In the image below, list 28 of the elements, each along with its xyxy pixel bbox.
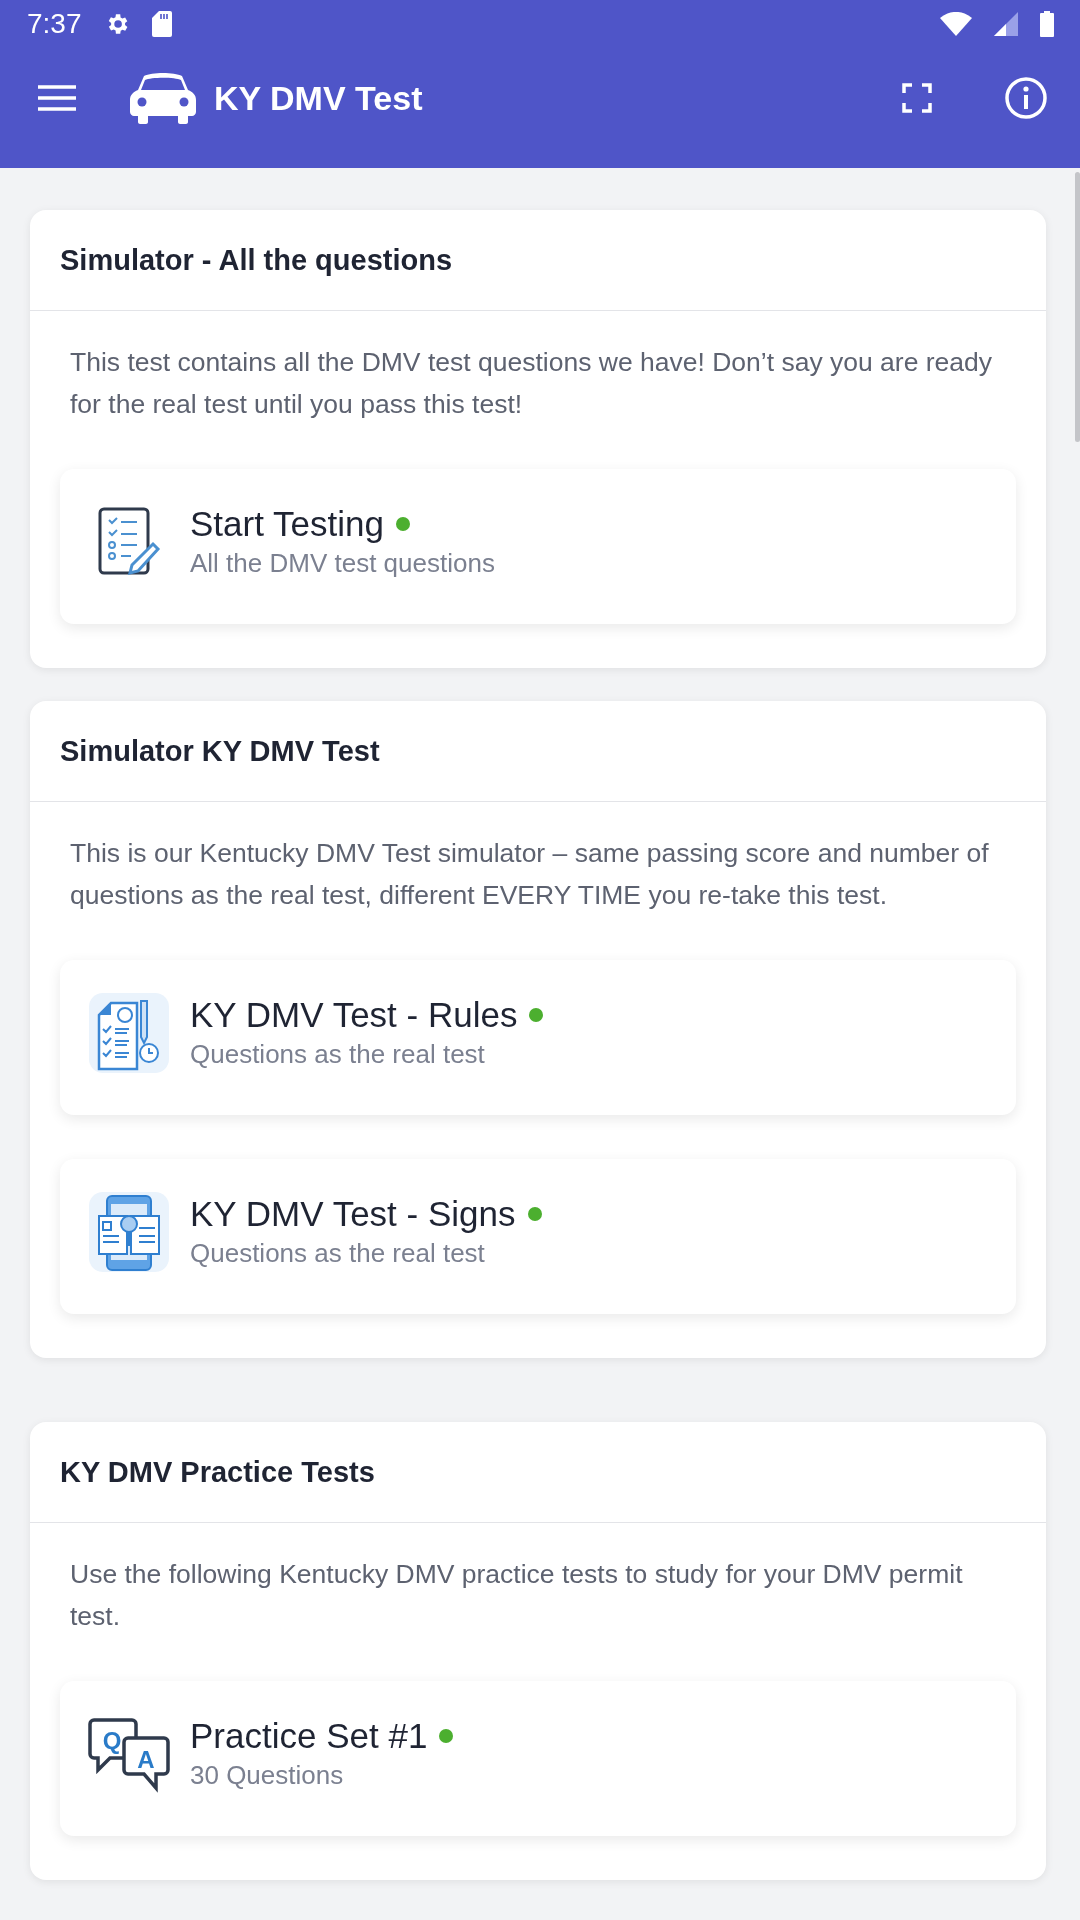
- section-description: This test contains all the DMV test questions we have! Don’t say you are ready for the real test until you pass this test!: [69, 346, 994, 421]
- section-title: Simulator KY DMV Test: [60, 734, 380, 768]
- checklist-clock-icon: [89, 992, 169, 1073]
- sd-card-icon: [151, 11, 172, 37]
- test-item[interactable]: Q A Practice Set #1 30 Questions: [60, 1681, 1016, 1836]
- test-title: KY DMV Test - Signs: [190, 1194, 516, 1234]
- test-subtitle: Questions as the real test: [190, 1238, 486, 1269]
- test-title: Start Testing: [190, 504, 384, 544]
- test-item[interactable]: Start Testing All the DMV test questions: [60, 469, 1016, 624]
- test-item[interactable]: KY DMV Test - Rules Questions as the real test: [60, 960, 1016, 1115]
- signal-icon: [994, 12, 1018, 36]
- section-title: KY DMV Practice Tests: [60, 1455, 375, 1489]
- test-subtitle: Questions as the real test: [190, 1039, 486, 1070]
- battery-icon: [1040, 11, 1054, 37]
- car-icon: [130, 72, 196, 124]
- checklist-icon: [97, 505, 161, 578]
- phone-book-icon: [89, 1191, 169, 1272]
- section-description: This is our Kentucky DMV Test simulator – same passing score and number of questions as the real test, different EVERY TIME you re-take this test.: [69, 837, 990, 912]
- test-title: Practice Set #1: [190, 1716, 428, 1756]
- test-subtitle: All the DMV test questions: [190, 548, 495, 579]
- test-title: KY DMV Test - Rules: [190, 995, 518, 1035]
- section-title: Simulator - All the questions: [60, 243, 453, 277]
- test-item[interactable]: KY DMV Test - Signs Questions as the real test: [60, 1159, 1016, 1314]
- wifi-icon: [940, 12, 972, 36]
- section-description: Use the following Kentucky DMV practice tests to study for your DMV permit test.: [69, 1558, 964, 1633]
- test-subtitle: 30 Questions: [190, 1760, 345, 1791]
- status-time: 7:37: [27, 8, 82, 40]
- app-title: KY DMV Test: [214, 78, 423, 118]
